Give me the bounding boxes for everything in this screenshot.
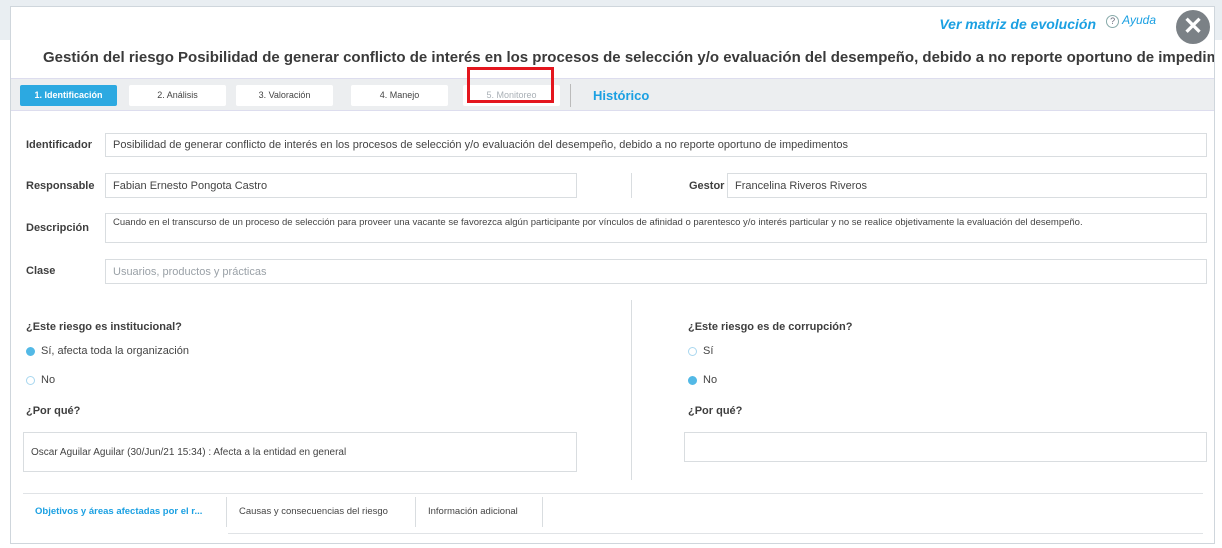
- radio-label: No: [703, 374, 718, 386]
- detail-tabs: Objetivos y áreas afectadas por el r... …: [23, 493, 1203, 535]
- tab-divider: [542, 497, 543, 527]
- gestor-label: Gestor: [689, 180, 725, 192]
- tab-analisis[interactable]: 2. Análisis: [129, 85, 226, 106]
- radio-dot: [26, 375, 35, 385]
- tab-divider: [415, 497, 416, 527]
- tab-historico[interactable]: Histórico: [593, 88, 649, 103]
- radio-dot: [688, 346, 697, 356]
- descripcion-label: Descripción: [26, 222, 89, 234]
- radio-institucional-no[interactable]: No: [26, 374, 55, 386]
- tab-informacion-adicional[interactable]: Información adicional: [417, 494, 529, 530]
- corrupcion-question: ¿Este riesgo es de corrupción?: [688, 321, 853, 333]
- responsable-field[interactable]: Fabian Ernesto Pongota Castro: [105, 173, 577, 198]
- close-icon[interactable]: ✕: [1176, 10, 1210, 44]
- responsable-label: Responsable: [26, 180, 95, 192]
- tab-valoracion[interactable]: 3. Valoración: [236, 85, 333, 106]
- help-icon: ?: [1106, 15, 1120, 28]
- risk-management-modal: Ver matriz de evolución ? Ayuda ✕ Gestión…: [10, 6, 1215, 544]
- evolution-matrix-link[interactable]: Ver matriz de evolución: [939, 16, 1096, 32]
- identificador-field[interactable]: Posibilidad de generar conflicto de inte…: [105, 133, 1207, 157]
- radio-label: No: [41, 374, 56, 386]
- radio-label: Sí, afecta toda la organización: [41, 345, 189, 357]
- tab-divider: [570, 84, 571, 107]
- help-label: Ayuda: [1122, 13, 1156, 27]
- radio-corrupcion-si[interactable]: Sí: [688, 345, 713, 357]
- column-divider: [631, 173, 632, 198]
- institucional-why-label: ¿Por qué?: [26, 405, 81, 417]
- corrupcion-why-label: ¿Por qué?: [688, 405, 743, 417]
- clase-select[interactable]: Usuarios, productos y prácticas: [105, 259, 1207, 284]
- institucional-question: ¿Este riesgo es institucional?: [26, 321, 182, 333]
- radio-label: Sí: [703, 345, 714, 357]
- institucional-why-field[interactable]: Oscar Aguilar Aguilar (30/Jun/21 15:34) …: [23, 432, 577, 472]
- descripcion-field[interactable]: Cuando en el transcurso de un proceso de…: [105, 213, 1207, 243]
- tab-divider: [226, 497, 227, 527]
- radio-institucional-si[interactable]: Sí, afecta toda la organización: [26, 345, 189, 357]
- radio-dot-selected: [688, 375, 697, 385]
- gestor-field[interactable]: Francelina Riveros Riveros: [727, 173, 1207, 198]
- clase-label: Clase: [26, 265, 56, 277]
- monitoreo-highlight-box: [467, 67, 554, 103]
- radio-dot-selected: [26, 346, 35, 356]
- tab-objetivos-areas[interactable]: Objetivos y áreas afectadas por el r...: [24, 494, 213, 530]
- identificador-label: Identificador: [26, 139, 93, 151]
- step-tabbar: 1. Identificación 2. Análisis 3. Valorac…: [11, 78, 1214, 111]
- page-title: Gestión del riesgo Posibilidad de genera…: [43, 49, 1215, 66]
- help-link[interactable]: ? Ayuda: [1106, 13, 1156, 28]
- tab-identificacion[interactable]: 1. Identificación: [20, 85, 117, 106]
- tab-causas-consecuencias[interactable]: Causas y consecuencias del riesgo: [228, 494, 399, 530]
- tab-underline: [228, 533, 1203, 534]
- corrupcion-why-field[interactable]: [684, 432, 1207, 462]
- radio-corrupcion-no[interactable]: No: [688, 374, 717, 386]
- section-divider: [631, 300, 632, 480]
- tab-manejo[interactable]: 4. Manejo: [351, 85, 448, 106]
